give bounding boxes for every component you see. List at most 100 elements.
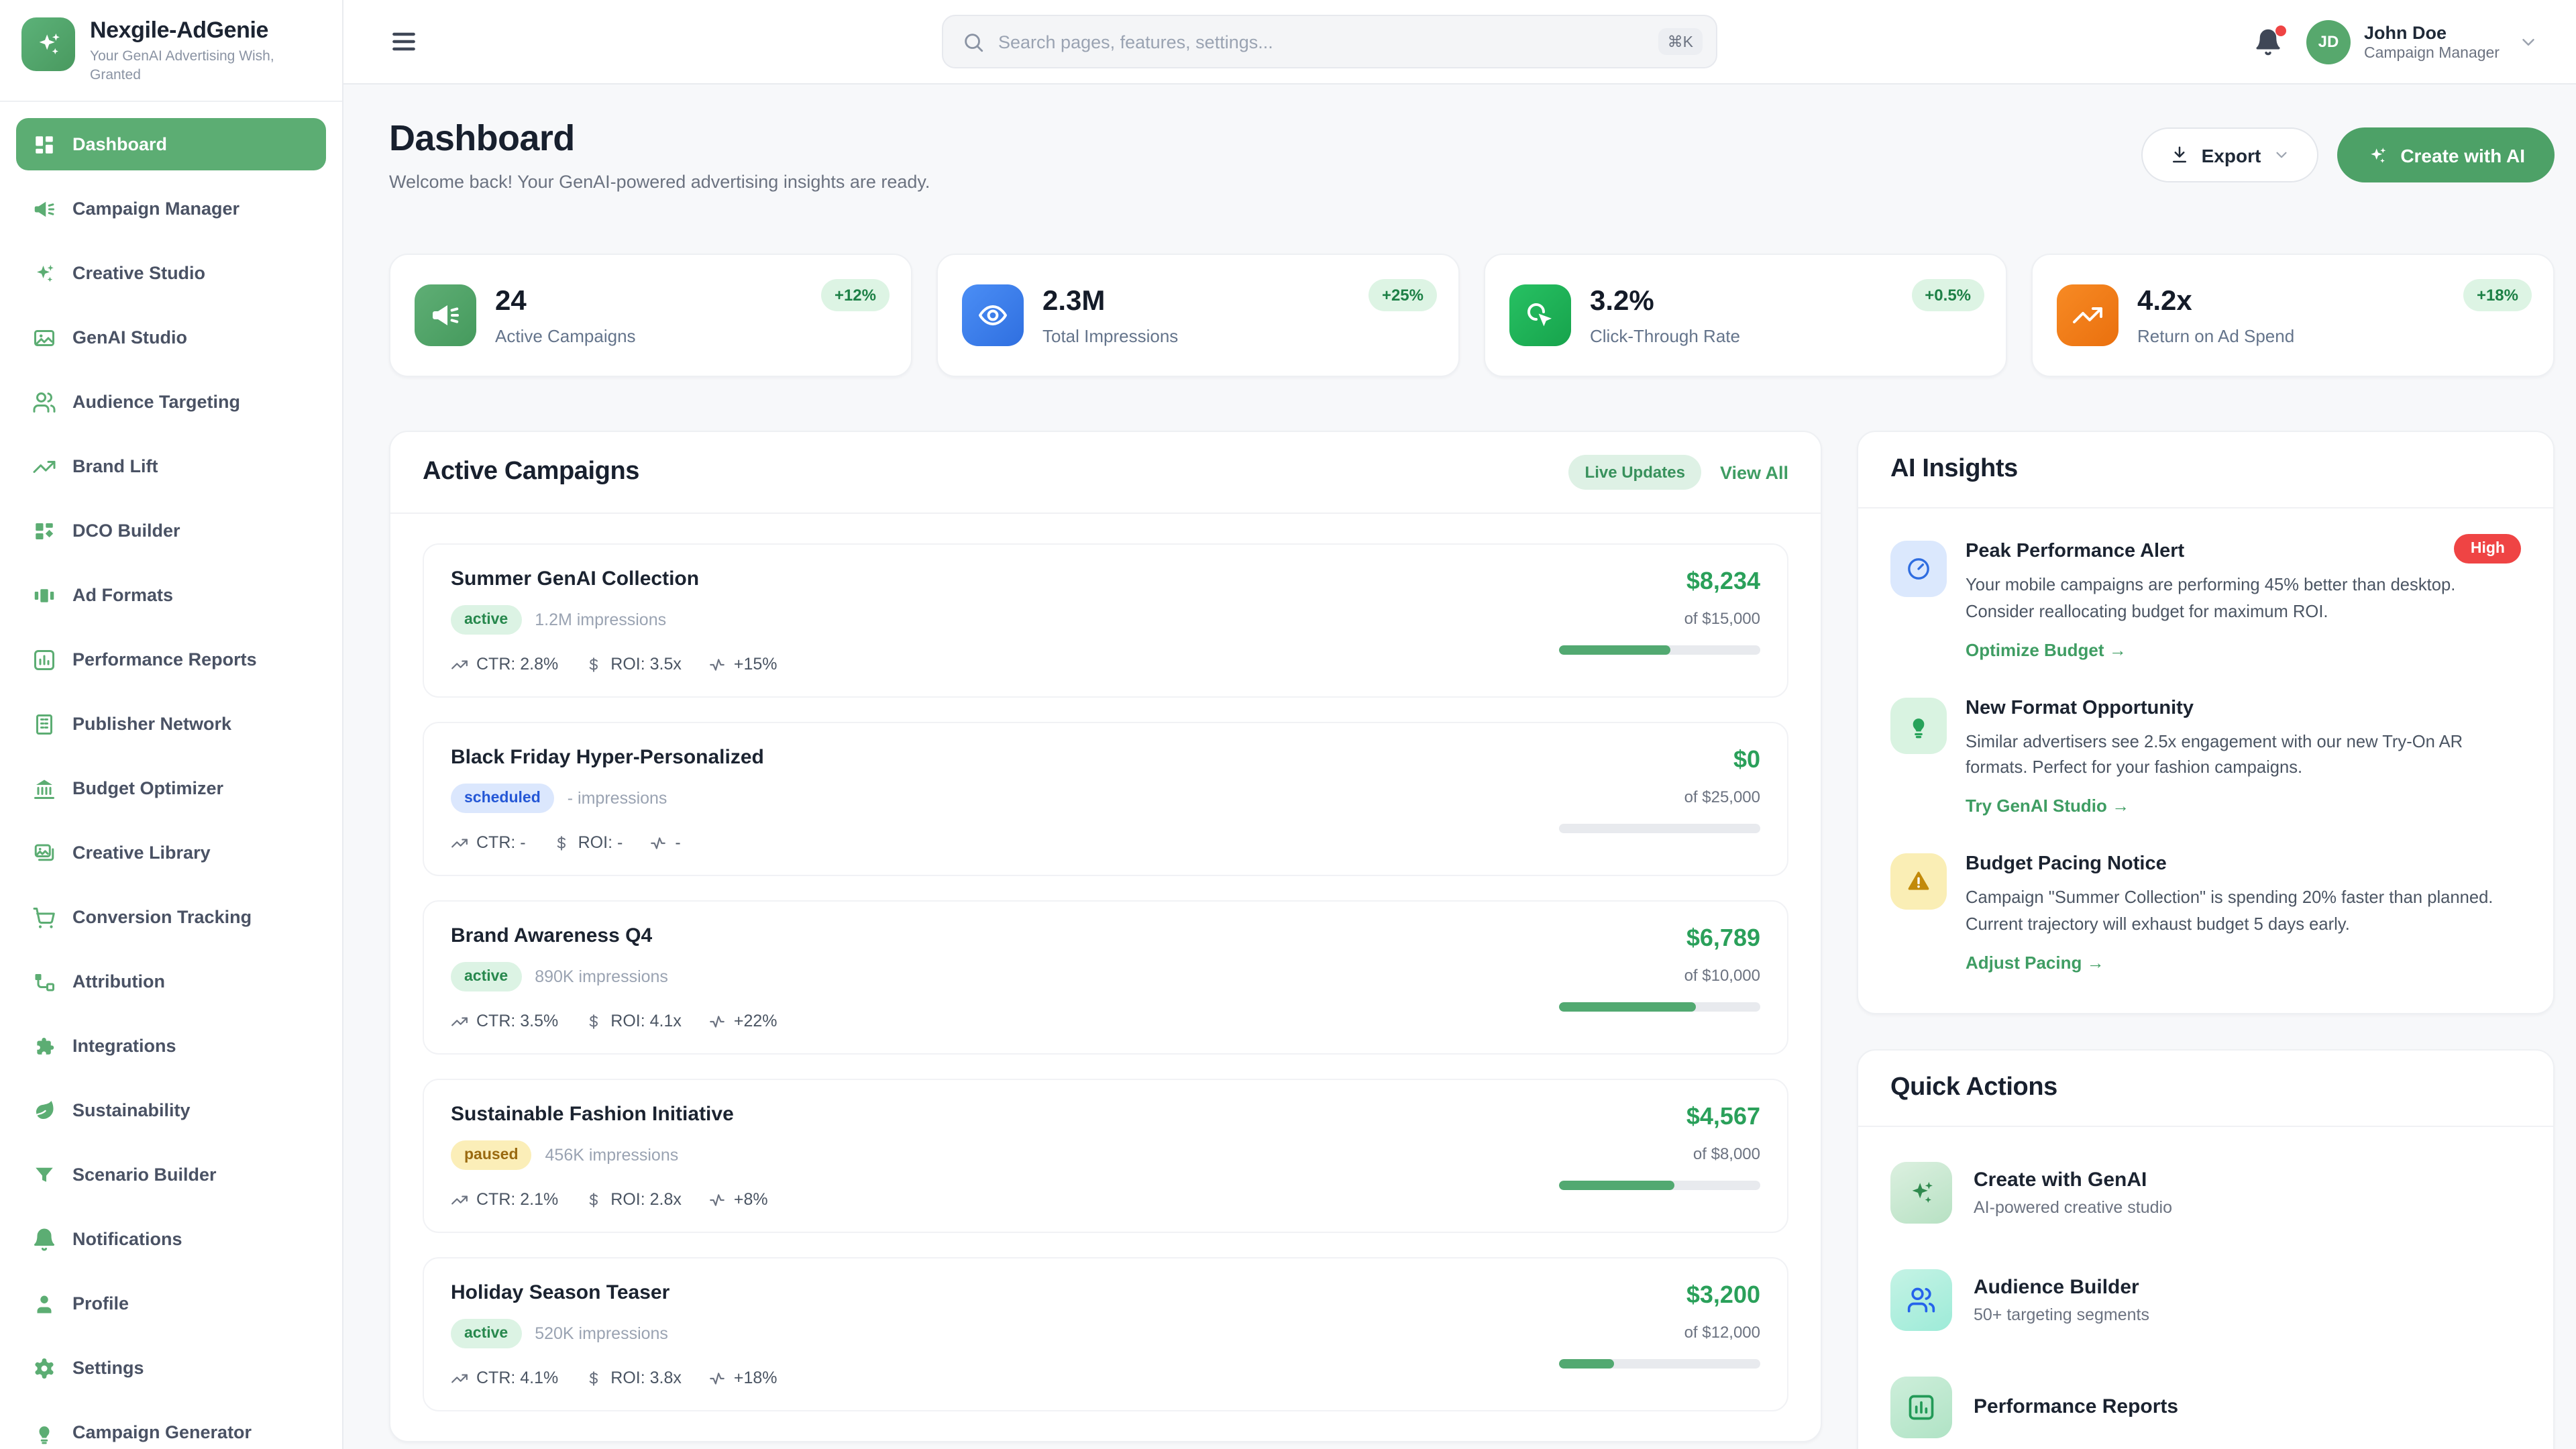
stat-card[interactable]: 4.2x Return on Ad Spend +18% [2031,254,2555,377]
sidebar-item[interactable]: Scenario Builder [16,1149,326,1201]
dollar-icon [585,1369,602,1387]
sidebar-item[interactable]: Conversion Tracking [16,892,326,944]
budget-progress-fill [1559,1359,1613,1368]
quick-action-item[interactable]: Audience Builder 50+ targeting segments [1890,1269,2521,1331]
sidebar-item[interactable]: Attribution [16,956,326,1008]
search-input[interactable] [998,32,1645,52]
view-all-link[interactable]: View All [1720,462,1788,482]
sidebar-item[interactable]: Creative Studio [16,248,326,300]
sidebar-item[interactable]: Notifications [16,1214,326,1266]
budget-total: of $12,000 [1684,1323,1760,1342]
sidebar-item[interactable]: Sustainability [16,1085,326,1137]
sidebar-item-label: DCO Builder [72,521,180,541]
sidebar-item-label: Settings [72,1358,144,1379]
brand-logo [21,17,75,71]
brand-name: Nexgile-AdGenie [90,17,298,44]
quick-actions-list: Create with GenAI AI-powered creative st… [1858,1127,2553,1449]
sidebar-item[interactable]: Brand Lift [16,441,326,493]
insight-title: Budget Pacing Notice [1966,854,2502,875]
sidebar-item[interactable]: Ad Formats [16,570,326,622]
impressions-label: 456K impressions [545,1146,679,1165]
quick-action-icon-box [1890,1269,1952,1331]
sidebar-item-icon [32,906,56,930]
export-button[interactable]: Export [2141,127,2319,182]
sidebar-item-icon [32,1228,56,1252]
spent-amount: $0 [1733,746,1760,774]
spent-amount: $8,234 [1686,568,1760,596]
stat-card[interactable]: 2.3M Total Impressions +25% [936,254,1460,377]
sidebar-item-label: Publisher Network [72,714,231,735]
budget-progress [1559,1359,1760,1368]
sidebar-item[interactable]: Budget Optimizer [16,763,326,815]
sidebar-item-label: Notifications [72,1230,182,1250]
growth-stat: +8% [708,1190,768,1209]
campaigns-list: Summer GenAI Collection active 1.2M impr… [390,514,1821,1441]
stat-delta-badge: +0.5% [1911,279,1984,311]
stat-card[interactable]: 3.2% Click-Through Rate +0.5% [1484,254,2007,377]
insight-action-link[interactable]: Try GenAI Studio → [1966,796,2129,816]
sidebar-item[interactable]: Audience Targeting [16,376,326,429]
sidebar-item[interactable]: Creative Library [16,827,326,879]
budget-total: of $8,000 [1693,1144,1760,1163]
sidebar-item[interactable]: Campaign Generator [16,1407,326,1449]
campaign-row[interactable]: Brand Awareness Q4 active 890K impressio… [423,900,1788,1055]
search-bar: ⌘K [942,15,1717,68]
sidebar-item[interactable]: Integrations [16,1020,326,1073]
trending-up-icon [451,655,468,673]
quick-action-subtitle: 50+ targeting segments [1974,1305,2149,1324]
sidebar-item[interactable]: DCO Builder [16,505,326,557]
quick-actions-title: Quick Actions [1890,1073,2057,1103]
stat-icon [1524,299,1556,331]
quick-action-icon [1907,1285,1936,1315]
campaign-name: Summer GenAI Collection [451,568,777,590]
roi-stat: ROI: 2.8x [585,1190,682,1209]
campaign-budget: $4,567 of $8,000 [1559,1103,1760,1209]
stat-text: 3.2% Click-Through Rate [1590,285,1740,345]
sidebar-item[interactable]: Campaign Manager [16,183,326,235]
campaign-row[interactable]: Holiday Season Teaser active 520K impres… [423,1257,1788,1411]
export-label: Export [2202,144,2261,166]
priority-badge: High [2455,534,2521,564]
sidebar-item-icon [32,1356,56,1381]
user-menu[interactable]: JD John Doe Campaign Manager [2306,19,2538,64]
campaign-budget: $0 of $25,000 [1559,746,1760,852]
sidebar-item[interactable]: Profile [16,1278,326,1330]
insight-item: Budget Pacing Notice Campaign "Summer Co… [1890,854,2521,1010]
roi-value: ROI: 3.8x [610,1368,682,1387]
budget-total: of $15,000 [1684,609,1760,628]
insights-list: Peak Performance Alert Your mobile campa… [1858,508,2553,1013]
quick-action-item[interactable]: Create with GenAI AI-powered creative st… [1890,1162,2521,1224]
stat-card[interactable]: 24 Active Campaigns +12% [389,254,912,377]
sidebar-item-icon [32,455,56,479]
sidebar-item[interactable]: Settings [16,1342,326,1395]
sidebar-item[interactable]: GenAI Studio [16,312,326,364]
quick-action-text: Audience Builder 50+ targeting segments [1974,1276,2149,1324]
stat-icon-box [1509,284,1571,346]
user-text: John Doe Campaign Manager [2364,22,2500,61]
quick-action-item[interactable]: Performance Reports [1890,1377,2521,1438]
menu-icon[interactable] [389,27,419,56]
notifications-button[interactable] [2254,28,2282,56]
campaign-row[interactable]: Sustainable Fashion Initiative paused 45… [423,1079,1788,1233]
campaign-row[interactable]: Summer GenAI Collection active 1.2M impr… [423,543,1788,698]
campaign-row[interactable]: Black Friday Hyper-Personalized schedule… [423,722,1788,876]
sidebar-item-label: Creative Library [72,843,211,863]
chevron-down-icon [2273,146,2290,164]
create-with-ai-button[interactable]: Create with AI [2337,127,2555,182]
budget-progress-fill [1559,645,1670,655]
campaigns-title: Active Campaigns [423,458,639,487]
budget-progress-fill [1559,1181,1674,1190]
insight-text: Campaign "Summer Collection" is spending… [1966,885,2502,938]
insight-action-link[interactable]: Optimize Budget → [1966,639,2127,659]
sidebar-item-icon [32,1163,56,1187]
brand-block: Nexgile-AdGenie Your GenAI Advertising W… [0,0,342,103]
sidebar-item-label: Attribution [72,972,165,992]
sidebar-item[interactable]: Publisher Network [16,698,326,751]
sidebar-item-icon [32,262,56,286]
sidebar-item[interactable]: Performance Reports [16,634,326,686]
sidebar-item[interactable]: Dashboard [16,119,326,171]
quick-action-title: Create with GenAI [1974,1169,2172,1191]
impressions-label: 890K impressions [535,967,668,986]
topbar-right: JD John Doe Campaign Manager [2254,19,2538,64]
insight-action-link[interactable]: Adjust Pacing → [1966,953,2104,973]
